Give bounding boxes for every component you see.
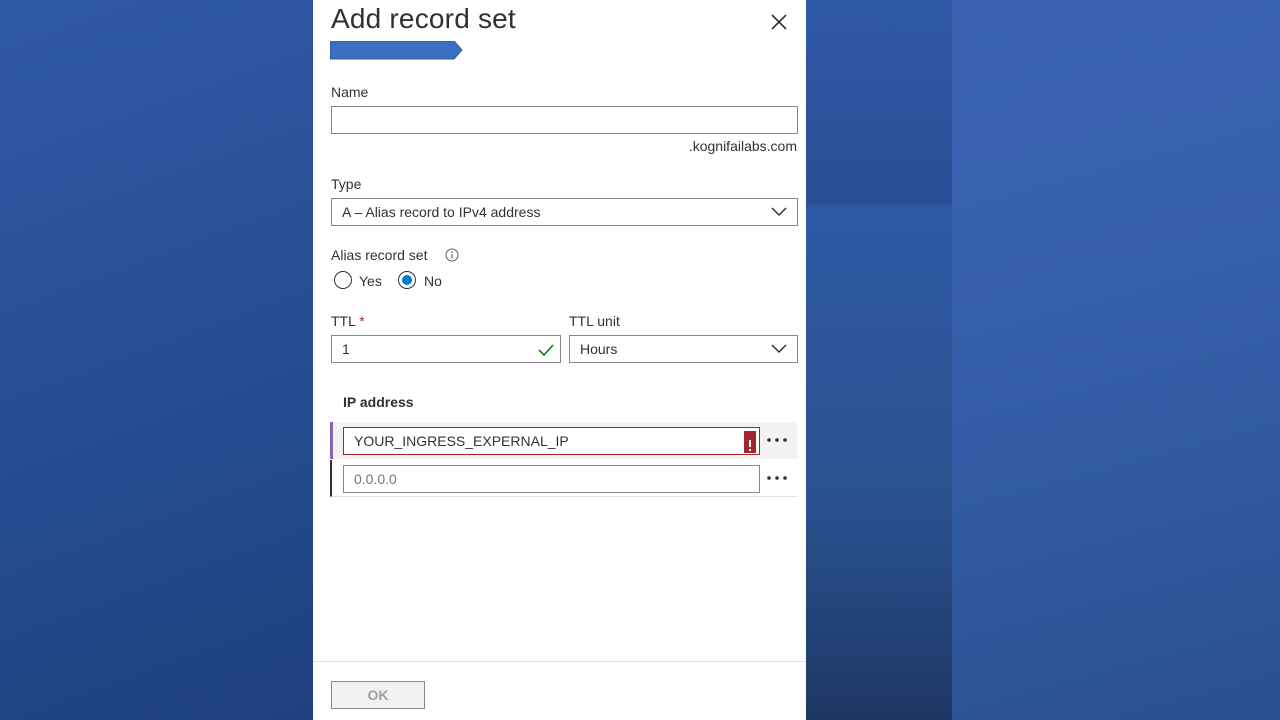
progress-indicator [330,41,463,60]
alias-no-label: No [424,273,442,289]
checkmark-icon [538,344,554,357]
ip-row-more-button[interactable] [765,430,789,450]
close-button[interactable] [768,11,790,33]
ip-address-value: YOUR_INGRESS_EXPERNAL_IP [354,433,569,449]
info-icon[interactable] [445,248,459,262]
more-icon [767,476,787,480]
close-icon [771,14,787,30]
chevron-down-icon [771,344,787,354]
name-label: Name [331,84,369,100]
ttl-unit-dropdown[interactable]: Hours [569,335,798,363]
error-icon [744,431,756,453]
background-right [952,0,1280,720]
ttl-label-text: TTL [331,313,356,329]
alias-yes-label: Yes [359,273,382,289]
chevron-down-icon [771,207,787,217]
ttl-input[interactable]: 1 [331,335,561,363]
type-dropdown[interactable]: A – Alias record to IPv4 address [331,198,798,226]
background-band [806,0,952,720]
ip-address-new-input[interactable] [343,465,760,493]
ok-button[interactable]: OK [331,681,425,709]
ip-address-header: IP address [343,394,414,410]
add-record-set-panel: Add record set Name .kognifailabs.com Ty… [313,0,806,720]
panel-title: Add record set [331,3,516,34]
domain-suffix: .kognifailabs.com [688,138,797,154]
alias-label: Alias record set [331,247,428,263]
alias-yes-radio[interactable] [334,271,352,289]
type-label: Type [331,176,362,192]
ttl-label: TTL * [331,313,365,329]
required-mark: * [359,313,365,329]
name-input[interactable] [331,106,798,134]
ttl-unit-label: TTL unit [569,313,620,329]
type-selected-value: A – Alias record to IPv4 address [342,204,541,220]
footer-divider [313,661,806,662]
alias-no-radio[interactable] [398,271,416,289]
ip-row-new-more-button[interactable] [765,468,789,488]
ttl-value: 1 [342,341,350,357]
ttl-unit-selected-value: Hours [580,341,618,357]
more-icon [767,438,787,442]
ip-address-input[interactable]: YOUR_INGRESS_EXPERNAL_IP [343,427,760,455]
